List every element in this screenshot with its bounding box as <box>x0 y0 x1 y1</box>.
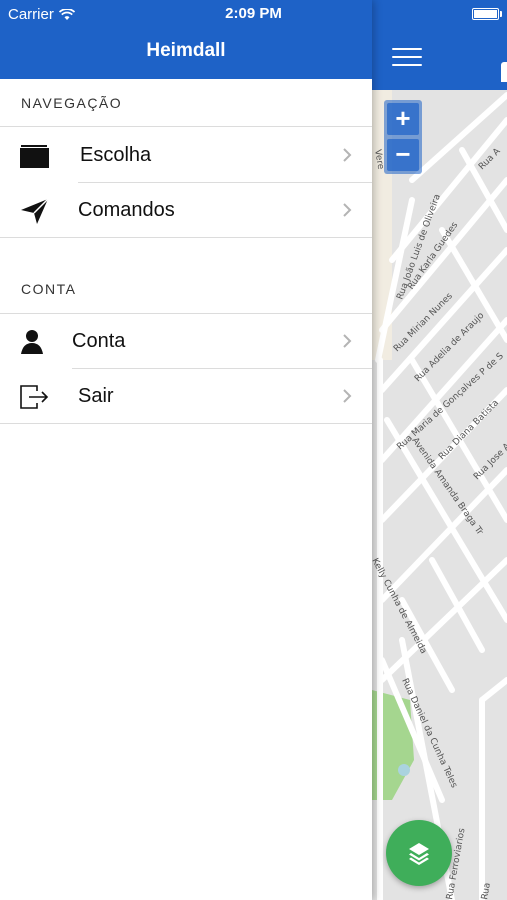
menu-item-label: Comandos <box>78 199 175 221</box>
layers-icon <box>409 843 429 865</box>
zoom-out-button[interactable]: − <box>387 139 419 171</box>
map-pond <box>398 764 410 776</box>
wifi-icon <box>58 8 75 20</box>
menu-item-conta[interactable]: Conta <box>0 314 372 369</box>
header-corner <box>501 62 507 82</box>
divider <box>0 126 372 127</box>
paper-plane-icon <box>21 198 49 224</box>
drawer-header: Carrier Heimdall <box>0 0 372 79</box>
divider <box>0 237 372 238</box>
status-carrier: Carrier <box>8 6 75 23</box>
navigation-drawer: Carrier Heimdall NAVEGAÇÃO Escolha Coman… <box>0 0 372 900</box>
menu-item-escolha[interactable]: Escolha <box>0 128 372 183</box>
chevron-right-icon <box>343 389 352 403</box>
user-icon <box>21 330 43 354</box>
battery-icon <box>472 8 499 20</box>
logout-icon <box>20 385 49 409</box>
zoom-control: + − <box>384 100 422 174</box>
map-top-bar <box>372 0 507 90</box>
zoom-in-button[interactable]: + <box>387 103 419 135</box>
divider <box>0 423 372 424</box>
battery-tip <box>500 11 502 17</box>
section-label-navegacao: NAVEGAÇÃO <box>21 95 123 111</box>
menu-item-label: Escolha <box>80 144 152 166</box>
section-label-conta: CONTA <box>21 281 77 297</box>
menu-item-sair[interactable]: Sair <box>0 369 372 424</box>
carrier-label: Carrier <box>8 6 54 23</box>
chevron-right-icon <box>343 334 352 348</box>
menu-item-comandos[interactable]: Comandos <box>0 183 372 238</box>
chevron-right-icon <box>343 148 352 162</box>
folder-icon <box>20 145 49 168</box>
hamburger-menu-icon[interactable] <box>392 46 424 68</box>
layers-button[interactable] <box>386 820 452 886</box>
map-panel[interactable]: Rua João Luis de Oliveira Rua Karla Gued… <box>372 0 507 900</box>
drawer-title: Heimdall <box>146 40 226 61</box>
chevron-right-icon <box>343 203 352 217</box>
menu-item-label: Sair <box>78 385 114 407</box>
menu-item-label: Conta <box>72 330 126 352</box>
